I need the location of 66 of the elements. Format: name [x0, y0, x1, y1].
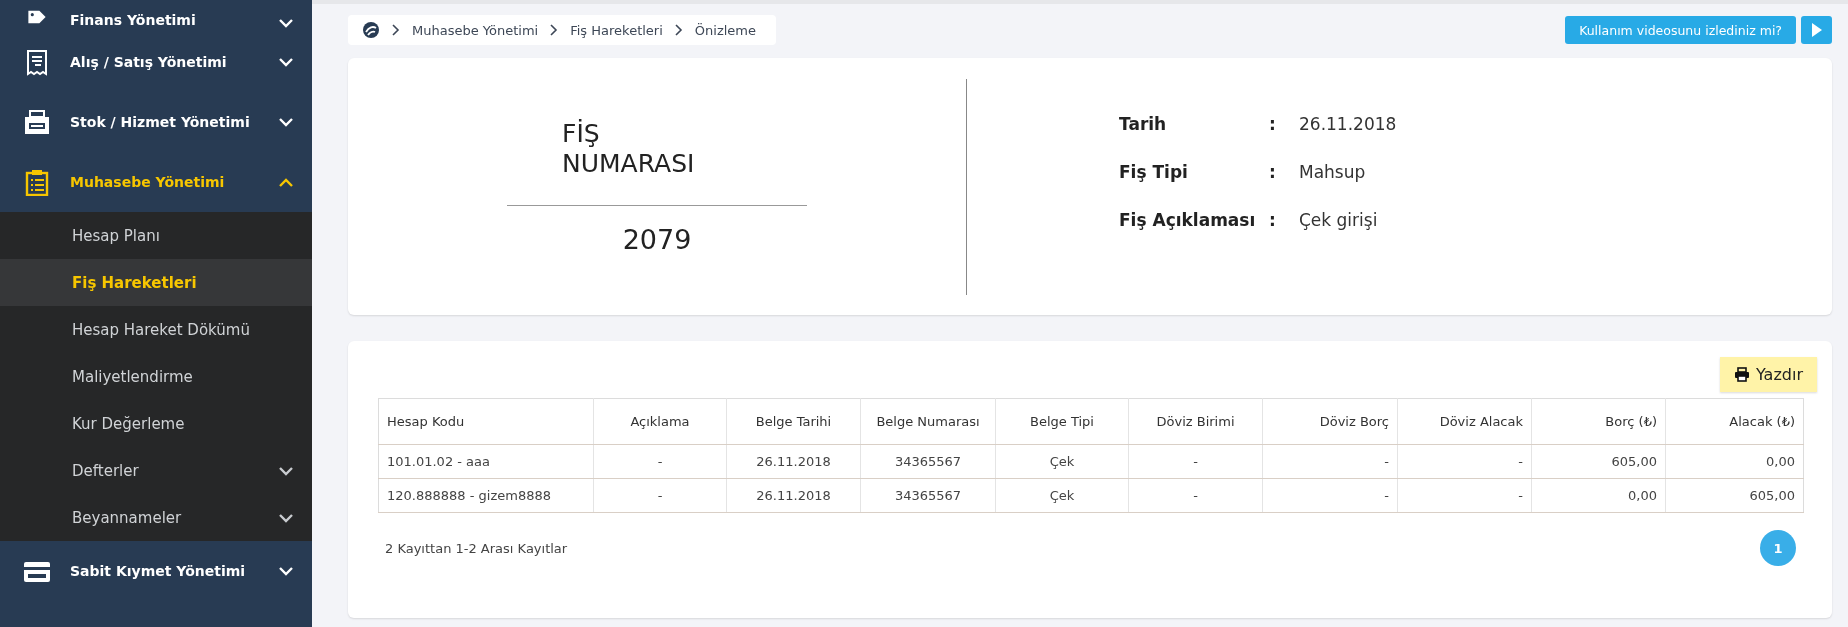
- table-cell: 120.888888 - gizem8888: [378, 478, 594, 513]
- sidebar-item[interactable]: Alış / Satış Yönetimi: [0, 32, 312, 92]
- sidebar-item[interactable]: Stok / Hizmet Yönetimi: [0, 92, 312, 152]
- table-cell: -: [1128, 444, 1263, 479]
- table-cell: 0,00: [1665, 444, 1804, 479]
- field-value: Mahsup: [1299, 161, 1367, 182]
- chevron-right-icon: [550, 24, 559, 36]
- field-separator: :: [1269, 209, 1277, 230]
- sidebar-item[interactable]: Muhasebe Yönetimi: [0, 152, 312, 212]
- table-cell: 34365567: [860, 478, 996, 513]
- column-header: Belge Tarihi: [726, 398, 861, 445]
- logo-icon: [362, 21, 380, 39]
- print-button[interactable]: Yazdır: [1720, 357, 1817, 392]
- play-icon: [1810, 22, 1823, 38]
- column-header: Döviz Borç: [1262, 398, 1398, 445]
- chevron-right-icon: [392, 24, 400, 36]
- voucher-number: 2079: [622, 223, 692, 255]
- field-value: Çek girişi: [1299, 209, 1379, 230]
- submenu-item[interactable]: Beyannameler: [0, 494, 312, 541]
- sidebar-item[interactable]: Finans Yönetimi: [0, 0, 312, 32]
- field-separator: :: [1269, 161, 1277, 182]
- breadcrumb-link[interactable]: Fiş Hareketleri: [570, 22, 663, 38]
- field-separator: :: [1269, 113, 1277, 134]
- table-cell: -: [593, 478, 727, 513]
- column-header: Döviz Birimi: [1128, 398, 1263, 445]
- column-header: Belge Numarası: [860, 398, 996, 445]
- chevron-right-icon: [674, 24, 683, 36]
- table-cell: 605,00: [1665, 478, 1804, 513]
- table-cell: 34365567: [860, 444, 996, 479]
- column-header: Borç (₺): [1531, 398, 1666, 445]
- table-cell: 26.11.2018: [726, 444, 861, 479]
- submenu-item[interactable]: Hesap Hareket Dökümü: [0, 306, 312, 353]
- breadcrumb-link[interactable]: Muhasebe Yönetimi: [412, 22, 539, 38]
- table-cell: -: [1397, 444, 1532, 479]
- submenu-item[interactable]: Kur Değerleme: [0, 400, 312, 447]
- column-header: Açıklama: [593, 398, 727, 445]
- column-header: Belge Tipi: [995, 398, 1129, 445]
- table-cell: -: [1262, 444, 1398, 479]
- column-header: Hesap Kodu: [378, 398, 594, 445]
- record-count: 2 Kayıttan 1-2 Arası Kayıtlar: [385, 540, 568, 556]
- table-cell: -: [1128, 478, 1263, 513]
- submenu-item[interactable]: Maliyetlendirme: [0, 353, 312, 400]
- breadcrumb-link[interactable]: Önizleme: [694, 22, 756, 38]
- table-cell: 101.01.02 - aaa: [378, 444, 594, 479]
- table-cell: Çek: [995, 478, 1129, 513]
- submenu-item[interactable]: Defterler: [0, 447, 312, 494]
- voucher-number-label: FİŞ NUMARASI: [562, 118, 692, 179]
- submenu-item[interactable]: Fiş Hareketleri: [0, 259, 312, 306]
- table-cell: -: [1397, 478, 1532, 513]
- table-cell: Çek: [995, 444, 1129, 479]
- table-cell: -: [1262, 478, 1398, 513]
- submenu-item[interactable]: Hesap Planı: [0, 212, 312, 259]
- field-label: Fiş Açıklaması: [1119, 209, 1257, 230]
- play-button[interactable]: [1801, 16, 1832, 44]
- field-label: Fiş Tipi: [1119, 161, 1189, 182]
- field-value: 26.11.2018: [1299, 113, 1397, 134]
- sidebar-item[interactable]: Sabit Kıymet Yönetimi: [0, 541, 312, 601]
- column-header: Döviz Alacak: [1397, 398, 1532, 445]
- table-cell: 26.11.2018: [726, 478, 861, 513]
- table-cell: 605,00: [1531, 444, 1666, 479]
- table-cell: 0,00: [1531, 478, 1666, 513]
- field-label: Tarih: [1119, 113, 1168, 134]
- printer-icon: [22, 108, 52, 136]
- printer-icon: [1734, 367, 1751, 382]
- column-header: Alacak (₺): [1665, 398, 1804, 445]
- table-cell: -: [593, 444, 727, 479]
